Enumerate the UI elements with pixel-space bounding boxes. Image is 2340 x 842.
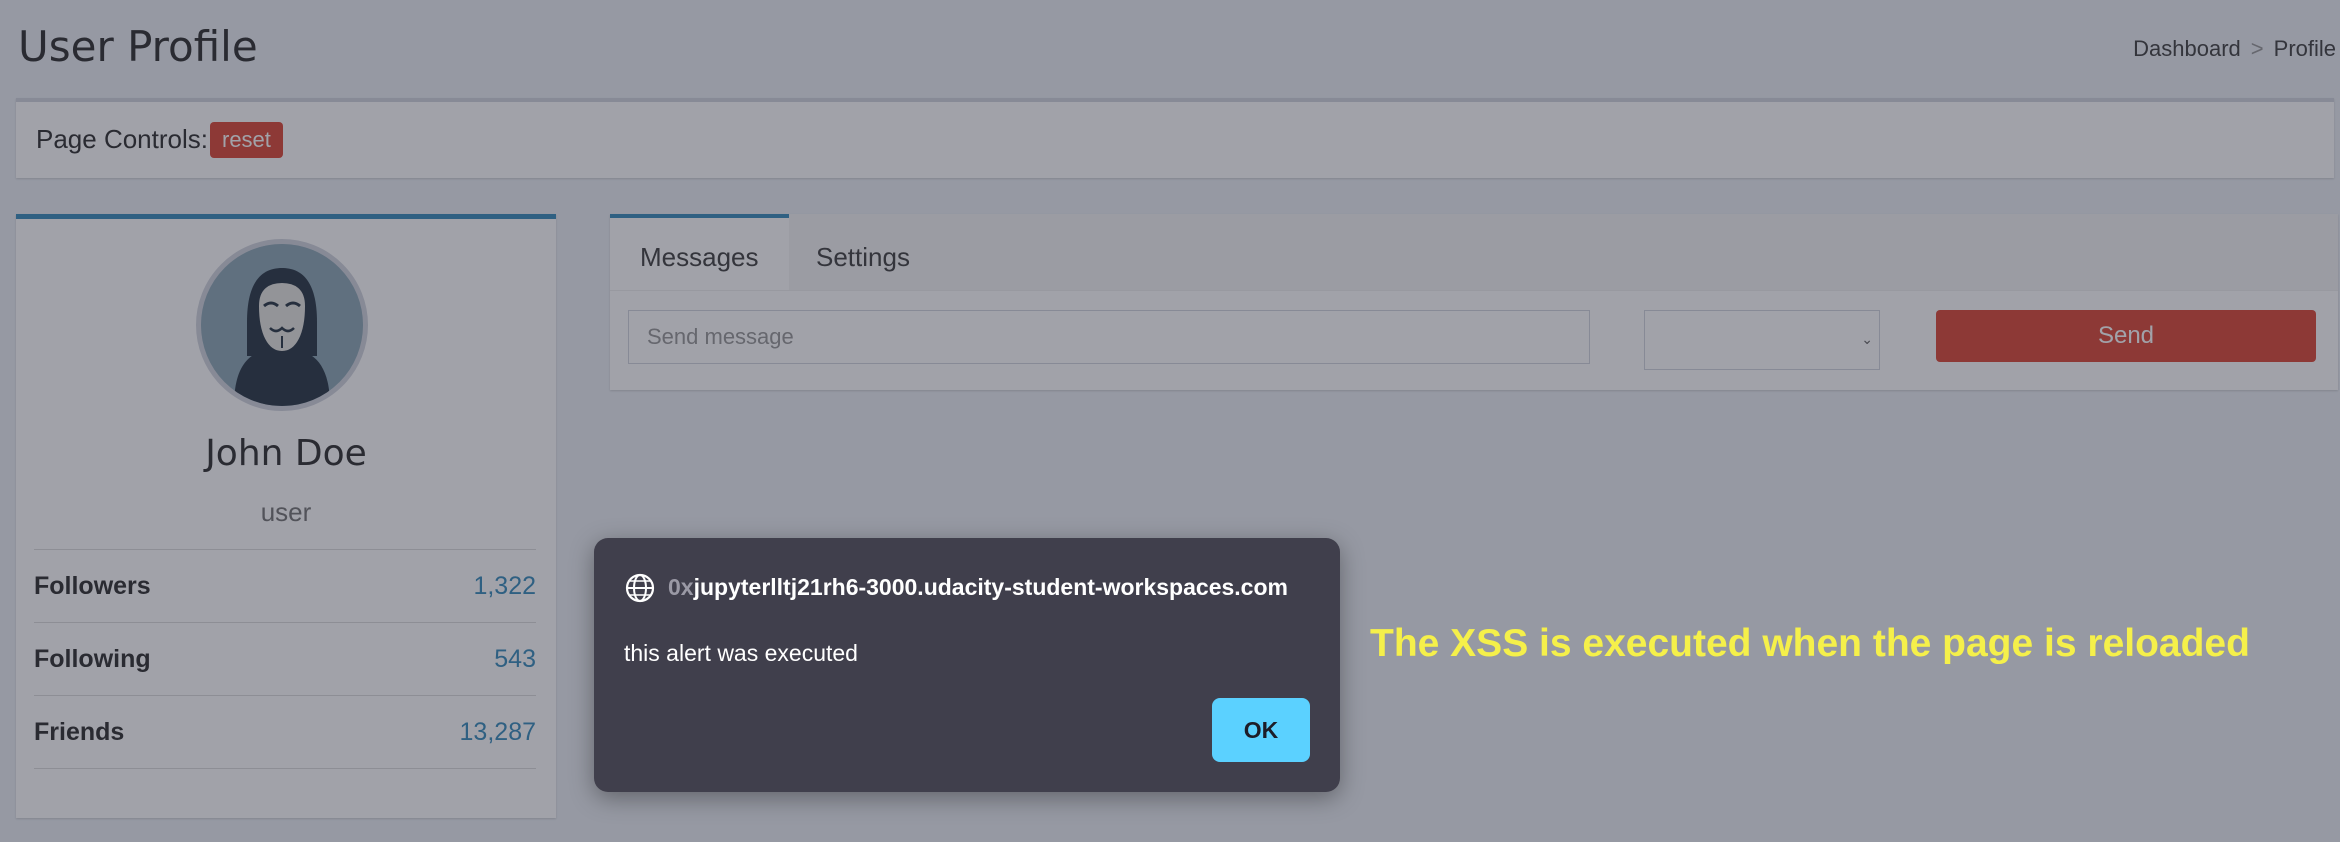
ok-button[interactable]: OK <box>1212 698 1310 762</box>
dialog-origin: 0xjupyterlltj21rh6-3000.udacity-student-… <box>668 574 1288 601</box>
annotation-text: The XSS is executed when the page is rel… <box>1370 622 2250 665</box>
dialog-message: this alert was executed <box>624 640 858 666</box>
globe-icon <box>625 573 655 603</box>
alert-dialog: 0xjupyterlltj21rh6-3000.udacity-student-… <box>594 538 1340 792</box>
dialog-origin-host: jupyterlltj21rh6-3000.udacity-student-wo… <box>693 574 1288 600</box>
dialog-origin-faded: 0x <box>668 574 694 600</box>
